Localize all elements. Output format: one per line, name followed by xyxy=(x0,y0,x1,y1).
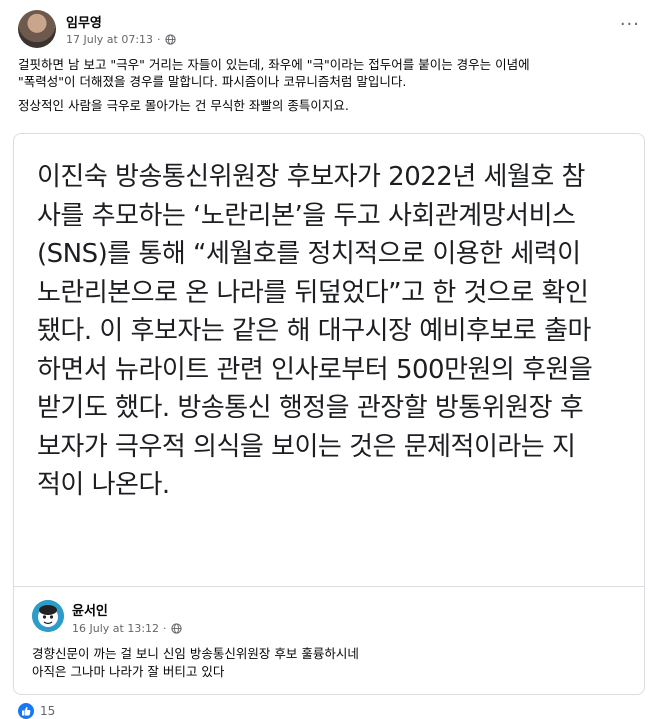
post-text: 걸핏하면 남 보고 "극우" 거리는 자들이 있는데, 좌우에 "극"이라는 접… xyxy=(18,56,643,114)
shared-author-name[interactable]: 윤서인 xyxy=(72,600,108,619)
post-header: 임무영 17 July at 07:13 · ··· xyxy=(18,10,648,54)
post-timestamp[interactable]: 17 July at 07:13 xyxy=(66,33,153,46)
quote-line: 보자가 극우적 의식을 보이는 것은 문제적이라는 지 xyxy=(37,431,576,462)
quote-line: 받기도 했다. 방송통신 행정을 관장할 방통위원장 후 xyxy=(37,393,584,423)
shared-author-avatar[interactable] xyxy=(32,600,64,632)
quote-line: 사를 추모하는 ‘노란리본’을 두고 사회관계망서비스 xyxy=(37,200,576,231)
author-avatar[interactable] xyxy=(18,10,56,48)
shared-post-meta: 16 July at 13:12 · xyxy=(72,622,182,635)
quote-line: 이진숙 방송통신위원장 후보자가 2022년 세월호 참 xyxy=(37,162,585,192)
shared-post-timestamp[interactable]: 16 July at 13:12 xyxy=(72,622,159,635)
globe-icon xyxy=(170,623,182,634)
shared-text-line: 아직은 그나마 나라가 잘 버티고 있다 xyxy=(32,664,225,679)
globe-icon xyxy=(164,34,176,45)
post-meta: 17 July at 07:13 · xyxy=(66,33,176,46)
quote-line: 하면서 뉴라이트 관련 인사로부터 500만원의 후원을 xyxy=(37,354,593,385)
more-options-button[interactable]: ··· xyxy=(620,14,640,35)
quote-line: 노란리본으로 온 나라를 뒤덮었다”고 한 것으로 확인 xyxy=(37,277,589,308)
shared-post-text: 경향신문이 까는 걸 보니 신임 방송통신위원장 후보 훌륭하시네 아직은 그나… xyxy=(32,645,622,681)
quote-line: (SNS)를 통해 “세월호를 정치적으로 이용한 세력이 xyxy=(37,239,581,269)
shared-text-line: 경향신문이 까는 걸 보니 신임 방송통신위원장 후보 훌륭하시네 xyxy=(32,646,359,661)
card-divider xyxy=(14,586,644,587)
post-text-line: 정상적인 사람을 극우로 몰아가는 건 무식한 좌빨의 종특이지요. xyxy=(18,98,349,113)
quote-line: 적이 나온다. xyxy=(37,470,170,500)
author-name[interactable]: 임무영 xyxy=(66,12,102,31)
post-text-line: 걸핏하면 남 보고 "극우" 거리는 자들이 있는데, 좌우에 "극"이라는 접… xyxy=(18,57,530,72)
cartoon-face-icon xyxy=(32,600,64,632)
post-text-line: "폭력성"이 더해졌을 경우를 말합니다. 파시즘이나 코뮤니즘처럼 말입니다. xyxy=(18,74,407,89)
shared-quote-image-text: 이진숙 방송통신위원장 후보자가 2022년 세월호 참 사를 추모하는 ‘노란… xyxy=(37,158,627,505)
quote-line: 됐다. 이 후보자는 같은 해 대구시장 예비후보로 출마 xyxy=(37,316,591,346)
shared-post-card[interactable]: 이진숙 방송통신위원장 후보자가 2022년 세월호 참 사를 추모하는 ‘노란… xyxy=(13,133,645,695)
reaction-count: 15 xyxy=(40,704,56,718)
